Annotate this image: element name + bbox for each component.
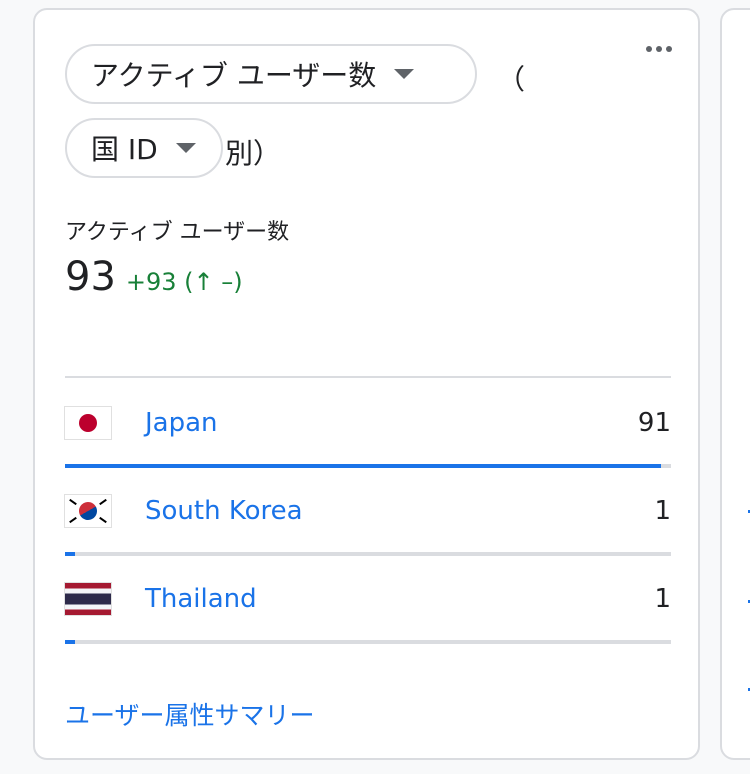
row-value: 1	[654, 496, 671, 526]
row-value: 91	[637, 408, 671, 438]
country-link[interactable]: South Korea	[145, 496, 303, 526]
title-paren-close: 別）	[225, 137, 282, 170]
thailand-flag-icon	[65, 583, 111, 615]
report-card: アクティブ ユーザー数 （ 国 ID 別） アクティブ ユーザー数 93 +93…	[33, 8, 700, 760]
table-divider	[65, 376, 671, 378]
table-row: Thailand 1	[65, 556, 671, 644]
dimension-selector-label: 国 ID	[91, 133, 158, 166]
metric-selector-label: アクティブ ユーザー数	[91, 59, 377, 92]
more-options-icon[interactable]	[646, 46, 672, 52]
metric-summary: 93 +93 (↑ –)	[65, 254, 243, 300]
share-bar	[65, 640, 671, 644]
metric-label: アクティブ ユーザー数	[65, 220, 290, 245]
country-link[interactable]: Thailand	[145, 584, 257, 614]
dropdown-caret-icon	[175, 143, 196, 153]
south-korea-flag-icon	[65, 495, 111, 527]
title-paren-open: （	[497, 63, 526, 96]
metric-total: 93	[65, 254, 116, 300]
row-value: 1	[654, 584, 671, 614]
country-link[interactable]: Japan	[145, 408, 218, 438]
demographics-summary-link[interactable]: ユーザー属性サマリー	[65, 696, 315, 732]
metric-selector-dropdown[interactable]: アクティブ ユーザー数	[65, 44, 477, 104]
adjacent-card	[720, 8, 750, 760]
table-row: South Korea 1	[65, 468, 671, 556]
dropdown-caret-icon	[394, 69, 415, 79]
metric-change: +93 (↑ –)	[125, 268, 243, 296]
dimension-selector-dropdown[interactable]: 国 ID	[65, 118, 223, 178]
japan-flag-icon	[65, 407, 111, 439]
table-row: Japan 91	[65, 380, 671, 468]
